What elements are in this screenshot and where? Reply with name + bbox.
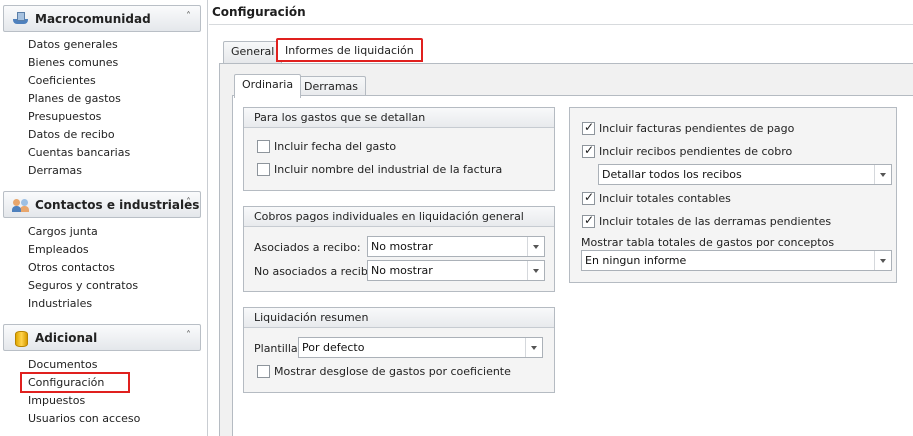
incluir-fecha-checkbox[interactable]: Incluir fecha del gasto [257, 140, 396, 153]
chevron-up-icon[interactable]: ˄ [186, 11, 191, 22]
chevron-down-icon[interactable] [527, 261, 544, 280]
selection-highlight [20, 372, 130, 393]
group-header-contactos[interactable]: Contactos e industriales ˄ [3, 191, 201, 218]
gastos-group-title: Para los gastos que se detallan [244, 108, 554, 128]
select-value: En ningun informe [585, 254, 687, 267]
tabla-totales-label: Mostrar tabla totales de gastos por conc… [581, 236, 835, 249]
detallar-recibos-select[interactable]: Detallar todos los recibos [598, 164, 892, 185]
checkbox-label: Incluir facturas pendientes de pago [599, 122, 795, 135]
incluir-facturas-checkbox[interactable]: Incluir facturas pendientes de pago [582, 120, 795, 135]
title-divider [209, 24, 913, 25]
incluir-recibos-checkbox[interactable]: Incluir recibos pendientes de cobro [582, 143, 793, 158]
sidebar-item-datos-de-recibo[interactable]: Datos de recibo [28, 126, 130, 144]
chevron-up-icon[interactable]: ˄ [186, 330, 191, 341]
checkbox-box[interactable] [257, 140, 270, 153]
chevron-down-icon[interactable] [525, 338, 542, 357]
chevron-down-icon[interactable] [874, 251, 891, 270]
plantilla-label: Plantilla: [254, 342, 302, 355]
sidebar-item-seguros-y-contratos[interactable]: Seguros y contratos [28, 277, 138, 295]
tabla-totales-select[interactable]: En ningun informe [581, 250, 892, 271]
sidebar-item-presupuestos[interactable]: Presupuestos [28, 108, 130, 126]
sidebar-item-usuarios-con-acceso[interactable]: Usuarios con acceso [28, 410, 140, 428]
sidebar-item-empleados[interactable]: Empleados [28, 241, 138, 259]
checkbox-box[interactable] [582, 213, 595, 228]
group-title: Contactos e industriales [35, 197, 200, 212]
checkbox-label: Incluir fecha del gasto [274, 140, 397, 153]
plantilla-select[interactable]: Por defecto [298, 337, 543, 358]
checkbox-label: Incluir recibos pendientes de cobro [599, 145, 793, 158]
incluir-nombre-industrial-checkbox[interactable]: Incluir nombre del industrial de la fact… [257, 163, 502, 176]
sidebar-item-industriales[interactable]: Industriales [28, 295, 138, 313]
checkbox-box[interactable] [257, 365, 270, 378]
chevron-down-icon[interactable] [527, 237, 544, 256]
checkbox-box[interactable] [257, 163, 270, 176]
group-title: Adicional [35, 330, 98, 345]
checkbox-label: Incluir nombre del industrial de la fact… [274, 163, 503, 176]
sidebar-item-cuentas-bancarias[interactable]: Cuentas bancarias [28, 144, 130, 162]
sidebar-item-impuestos[interactable]: Impuestos [28, 392, 140, 410]
select-value: No mostrar [371, 240, 433, 253]
checkbox-label: Incluir totales de las derramas pendient… [599, 215, 832, 228]
sidebar-item-otros-contactos[interactable]: Otros contactos [28, 259, 138, 277]
sidebar-item-cargos-junta[interactable]: Cargos junta [28, 223, 138, 241]
group-header-adicional[interactable]: Adicional ˄ [3, 324, 201, 351]
no-asociados-select[interactable]: No mostrar [367, 260, 545, 281]
asociados-label: Asociados a recibo: [254, 241, 361, 254]
tab-informes-de-liquidacion[interactable]: Informes de liquidación [276, 38, 423, 62]
checkbox-box[interactable] [582, 190, 595, 205]
group-items-contactos: Cargos junta Empleados Otros contactos S… [28, 223, 138, 313]
checkbox-label: Mostrar desglose de gastos por coeficien… [274, 365, 511, 378]
chevron-down-icon[interactable] [874, 165, 891, 184]
sidebar-item-coeficientes[interactable]: Coeficientes [28, 72, 130, 90]
mostrar-desglose-checkbox[interactable]: Mostrar desglose de gastos por coeficien… [257, 365, 511, 378]
sidebar: Macrocomunidad ˄ Datos generales Bienes … [0, 0, 208, 436]
group-header-macrocomunidad[interactable]: Macrocomunidad ˄ [3, 5, 201, 32]
tab-ordinaria[interactable]: Ordinaria [234, 74, 302, 98]
sidebar-item-bienes-comunes[interactable]: Bienes comunes [28, 54, 130, 72]
main-area: Configuración General Informes de liquid… [209, 0, 913, 436]
group-items-macrocomunidad: Datos generales Bienes comunes Coeficien… [28, 36, 130, 180]
page-title: Configuración [212, 5, 306, 19]
sidebar-item-datos-generales[interactable]: Datos generales [28, 36, 130, 54]
cobros-group-title: Cobros pagos individuales en liquidación… [244, 207, 554, 227]
group-title: Macrocomunidad [35, 11, 151, 26]
select-value: Por defecto [302, 341, 365, 354]
checkbox-box[interactable] [582, 120, 595, 135]
asociados-select[interactable]: No mostrar [367, 236, 545, 257]
select-value: Detallar todos los recibos [602, 168, 742, 181]
select-value: No mostrar [371, 264, 433, 277]
sidebar-item-planes-de-gastos[interactable]: Planes de gastos [28, 90, 130, 108]
incluir-totales-derramas-checkbox[interactable]: Incluir totales de las derramas pendient… [582, 213, 832, 228]
checkbox-label: Incluir totales contables [599, 192, 731, 205]
database-icon [12, 330, 30, 347]
people-icon [12, 197, 30, 213]
tab-general[interactable]: General [223, 41, 283, 63]
no-asociados-label: No asociados a recibo: [254, 265, 379, 278]
checkbox-box[interactable] [582, 143, 595, 158]
chevron-up-icon[interactable]: ˄ [186, 197, 191, 208]
sidebar-item-derramas[interactable]: Derramas [28, 162, 130, 180]
incluir-totales-contables-checkbox[interactable]: Incluir totales contables [582, 190, 731, 205]
resumen-group-title: Liquidación resumen [244, 308, 554, 328]
ship-icon [12, 11, 30, 27]
